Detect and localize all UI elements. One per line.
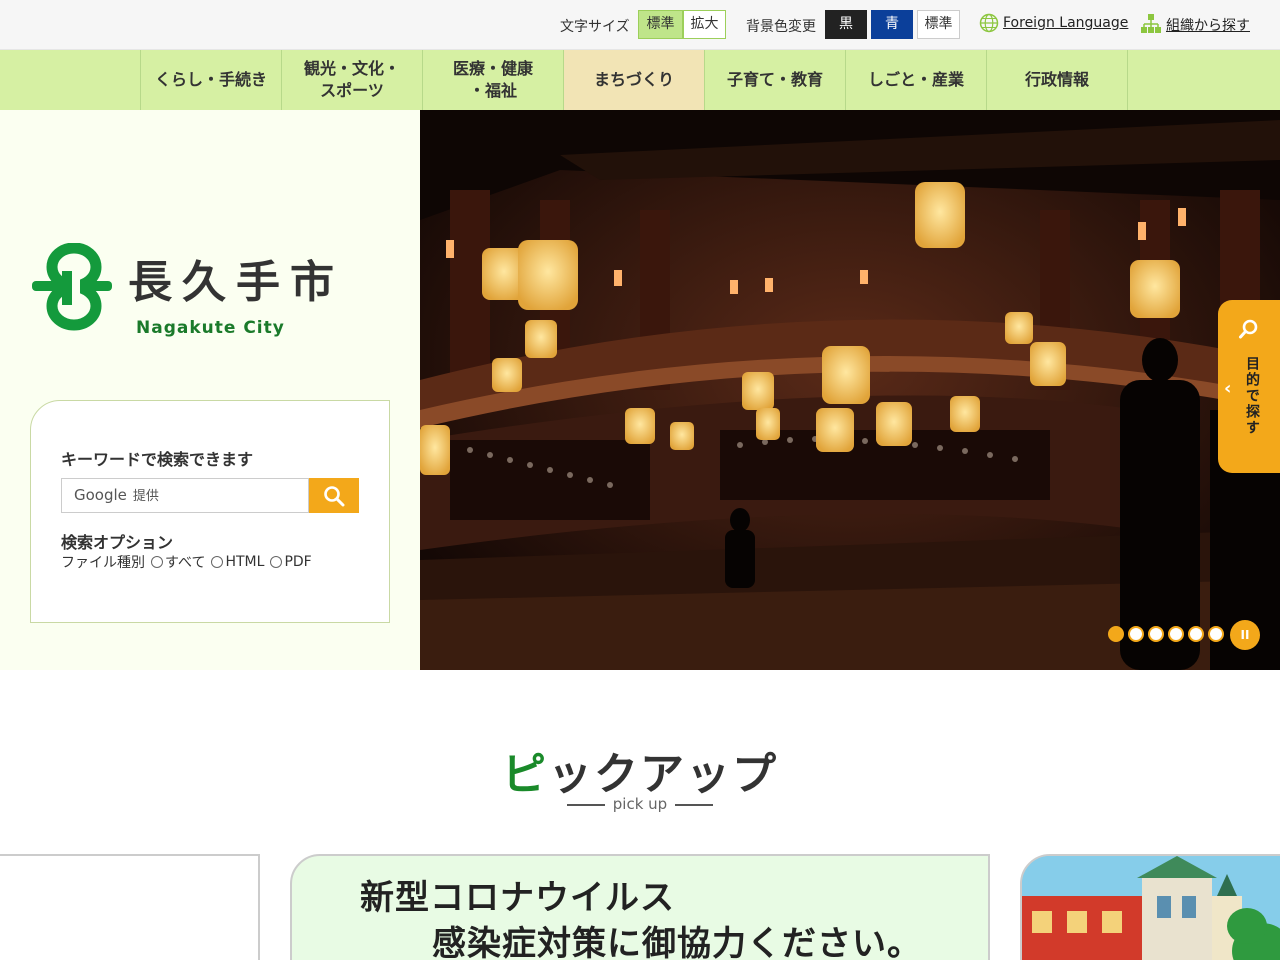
pickup-subtitle: pick up <box>612 795 668 813</box>
main-nav: くらし・手続き 観光・文化・ スポーツ 医療・健康 ・福祉 まちづくり 子育て・… <box>0 50 1280 110</box>
slider-dots <box>1108 626 1224 642</box>
search-title: キーワードで検索できます <box>61 450 254 469</box>
slider-pause-button[interactable]: II <box>1230 620 1260 650</box>
nav-item-administration[interactable]: 行政情報 <box>986 50 1127 110</box>
nav-item-work[interactable]: しごと・産業 <box>845 50 986 110</box>
slider-dot-6[interactable] <box>1208 626 1224 642</box>
search-icon <box>324 485 345 506</box>
bg-color-label: 背景色変更 <box>746 19 816 35</box>
globe-icon <box>979 13 999 33</box>
org-chart-icon <box>1141 14 1161 33</box>
slider-dot-4[interactable] <box>1168 626 1184 642</box>
pickup-title-rest: ックアップ <box>548 749 778 800</box>
bg-blue-button[interactable]: 青 <box>871 10 913 39</box>
slider-dot-1[interactable] <box>1108 626 1124 642</box>
nav-item-health[interactable]: 医療・健康 ・福祉 <box>422 50 563 110</box>
nav-divider <box>1127 50 1128 110</box>
pickup-card-covid[interactable]: 新型コロナウイルス 感染症対策に御協力ください。 <box>290 854 990 960</box>
radio-all[interactable] <box>151 556 163 568</box>
radio-html[interactable] <box>211 556 224 568</box>
pickup-card-next[interactable] <box>1020 854 1280 960</box>
search-options-title: 検索オプション <box>61 533 174 552</box>
city-logo-mark[interactable] <box>30 243 114 331</box>
city-name: 長久手市 <box>128 257 344 308</box>
radio-pdf-label: PDF <box>284 554 312 570</box>
file-type-options: ファイル種別 すべて HTML PDF <box>61 552 312 572</box>
city-name-english: Nagakute City <box>136 318 285 338</box>
font-size-large-button[interactable]: 拡大 <box>683 10 726 39</box>
radio-html-label: HTML <box>225 554 265 570</box>
chevron-left-icon: ‹ <box>1224 378 1232 399</box>
search-input[interactable]: Google 提供 <box>61 478 309 513</box>
pickup-divider-right <box>675 804 713 806</box>
file-type-label: ファイル種別 <box>61 555 145 571</box>
pickup-title-first: ピ <box>502 749 548 800</box>
font-size-label: 文字サイズ <box>560 19 630 35</box>
org-search-link[interactable]: 組織から探す <box>1166 15 1250 35</box>
purpose-search-label: 目的で探す <box>1244 356 1260 436</box>
nav-item-tourism[interactable]: 観光・文化・ スポーツ <box>281 50 422 110</box>
radio-all-label: すべて <box>165 555 206 571</box>
radio-pdf[interactable] <box>270 556 283 568</box>
provided-label: 提供 <box>132 489 159 504</box>
pickup-title: ピックアップ <box>0 738 1280 802</box>
slider-dot-3[interactable] <box>1148 626 1164 642</box>
google-label: Google <box>74 486 127 504</box>
covid-banner-line2: 感染症対策に御協力ください。 <box>432 924 922 960</box>
hero-slideshow-image[interactable] <box>420 110 1280 670</box>
purpose-search-tab[interactable]: ‹ 目的で探す <box>1218 300 1280 473</box>
foreign-language-link[interactable]: Foreign Language <box>1003 15 1128 31</box>
covid-banner-line1: 新型コロナウイルス <box>360 878 675 918</box>
theater-photo <box>420 110 1280 670</box>
search-icon <box>1239 319 1258 339</box>
nav-item-living[interactable]: くらし・手続き <box>140 50 281 110</box>
nav-item-town-planning[interactable]: まちづくり <box>563 50 704 110</box>
slider-dot-5[interactable] <box>1188 626 1204 642</box>
park-illustration <box>1022 856 1280 960</box>
pickup-card-prev[interactable] <box>0 854 260 960</box>
utility-bar: 文字サイズ 標準 拡大 背景色変更 黒 青 標準 Foreign Languag… <box>0 0 1280 50</box>
bg-black-button[interactable]: 黒 <box>825 10 867 39</box>
nav-item-education[interactable]: 子育て・教育 <box>704 50 845 110</box>
bg-standard-button[interactable]: 標準 <box>917 10 960 39</box>
font-size-standard-button[interactable]: 標準 <box>638 10 683 39</box>
search-button[interactable] <box>309 478 359 513</box>
slider-dot-2[interactable] <box>1128 626 1144 642</box>
